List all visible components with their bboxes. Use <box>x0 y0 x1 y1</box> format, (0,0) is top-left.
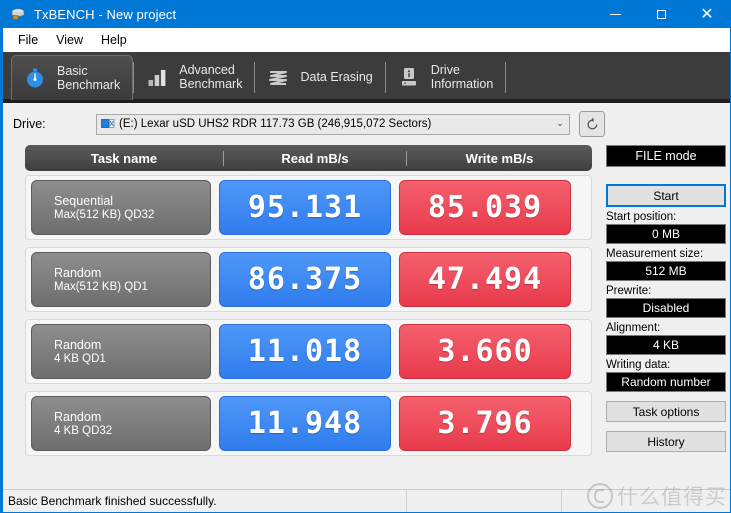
drive-icon <box>10 6 26 22</box>
title-bar: TxBENCH - New project ✕ <box>3 0 730 28</box>
refresh-button[interactable] <box>579 111 605 137</box>
column-header-write: Write mB/s <box>406 150 592 166</box>
tab-strip: Basic Benchmark Advanced Benchmark Data … <box>3 52 730 103</box>
write-value: 47.494 <box>399 252 571 307</box>
tab-divider <box>505 62 507 93</box>
refresh-icon <box>586 117 597 129</box>
write-value: 3.796 <box>399 396 571 451</box>
writing-data-label: Writing data: <box>606 359 671 371</box>
results-panel: Task name Read mB/s Write mB/s Sequentia… <box>25 145 592 489</box>
task-name-detail: 4 KB QD1 <box>54 352 106 365</box>
alignment-value[interactable]: 4 KB <box>606 335 726 355</box>
task-name-primary: Random <box>54 337 102 352</box>
read-value: 11.948 <box>219 396 391 451</box>
drive-label: Drive: <box>13 117 46 131</box>
task-name-cell: Random 4 KB QD1 <box>31 324 211 379</box>
status-segment-2 <box>407 490 562 512</box>
menu-item-view[interactable]: View <box>47 31 92 49</box>
start-position-value[interactable]: 0 MB <box>606 224 726 244</box>
column-header-task-name: Task name <box>90 150 158 166</box>
measurement-size-label: Measurement size: <box>606 248 704 260</box>
write-value: 3.660 <box>399 324 571 379</box>
tab-drive-information[interactable]: Drive Information <box>386 55 506 99</box>
task-name-detail: Max(512 KB) QD32 <box>54 208 155 221</box>
main-split: Task name Read mB/s Write mB/s Sequentia… <box>3 145 730 489</box>
task-name-cell: Random 4 KB QD32 <box>31 396 211 451</box>
status-message: Basic Benchmark finished successfully. <box>3 490 407 512</box>
menu-bar: File View Help <box>3 28 730 52</box>
results-header-row: Task name Read mB/s Write mB/s <box>25 145 592 171</box>
removable-drive-icon <box>101 118 115 130</box>
maximize-button[interactable] <box>638 0 684 28</box>
menu-item-help[interactable]: Help <box>92 31 136 49</box>
menu-item-file[interactable]: File <box>9 31 47 49</box>
tab-drive-information-label: Drive Information <box>430 63 494 91</box>
tab-data-erasing-label: Data Erasing <box>300 70 373 84</box>
read-value: 95.131 <box>219 180 391 235</box>
measurement-size-value[interactable]: 512 MB <box>606 261 726 281</box>
drive-select[interactable]: (E:) Lexar uSD UHS2 RDR 117.73 GB (246,9… <box>96 113 570 135</box>
task-name-primary: Random <box>54 409 102 424</box>
tab-advanced-benchmark[interactable]: Advanced Benchmark <box>134 55 254 99</box>
minimize-button[interactable] <box>592 0 638 28</box>
read-value: 86.375 <box>219 252 391 307</box>
content-area: Drive: (E:) Lexar uSD UHS2 RDR 117.73 GB… <box>3 103 730 489</box>
tab-basic-benchmark-label: Basic Benchmark <box>57 64 121 92</box>
prewrite-label: Prewrite: <box>606 285 652 297</box>
task-name-cell: Random Max(512 KB) QD1 <box>31 252 211 307</box>
task-name-primary: Sequential <box>54 193 114 208</box>
tab-basic-benchmark[interactable]: Basic Benchmark <box>11 55 134 100</box>
read-value: 11.018 <box>219 324 391 379</box>
eraser-waves-icon <box>265 64 291 90</box>
start-position-label: Start position: <box>606 211 677 223</box>
sidebar-panel: FILE mode Start Start position: 0 MB Mea… <box>606 145 726 489</box>
history-button[interactable]: History <box>606 431 726 452</box>
drive-select-value: (E:) Lexar uSD UHS2 RDR 117.73 GB (246,9… <box>119 118 432 130</box>
file-mode-readout[interactable]: FILE mode <box>606 145 726 167</box>
window-title: TxBENCH - New project <box>34 6 177 22</box>
table-row: Random Max(512 KB) QD1 86.375 47.494 <box>25 247 592 312</box>
task-name-cell: Sequential Max(512 KB) QD32 <box>31 180 211 235</box>
bar-chart-icon <box>144 64 170 90</box>
chevron-down-icon[interactable]: ⌄ <box>551 119 569 129</box>
stopwatch-icon <box>22 65 48 91</box>
application-window: TxBENCH - New project ✕ File View Help B… <box>0 0 731 513</box>
column-header-read: Read mB/s <box>223 150 406 166</box>
close-button[interactable]: ✕ <box>684 0 730 28</box>
prewrite-value[interactable]: Disabled <box>606 298 726 318</box>
table-row: Random 4 KB QD32 11.948 3.796 <box>25 391 592 456</box>
write-value: 85.039 <box>399 180 571 235</box>
tab-data-erasing[interactable]: Data Erasing <box>255 55 384 99</box>
table-row: Sequential Max(512 KB) QD32 95.131 85.03… <box>25 175 592 240</box>
status-segment-3 <box>562 490 730 512</box>
tab-advanced-benchmark-label: Advanced Benchmark <box>179 63 243 91</box>
drive-info-icon <box>396 64 422 90</box>
status-bar: Basic Benchmark finished successfully. <box>3 489 730 512</box>
task-name-primary: Random <box>54 265 102 280</box>
task-name-detail: 4 KB QD32 <box>54 424 113 437</box>
writing-data-value[interactable]: Random number <box>606 372 726 392</box>
window-controls: ✕ <box>592 0 730 28</box>
task-name-detail: Max(512 KB) QD1 <box>54 280 148 293</box>
alignment-label: Alignment: <box>606 322 661 334</box>
table-row: Random 4 KB QD1 11.018 3.660 <box>25 319 592 384</box>
drive-selector-row: Drive: (E:) Lexar uSD UHS2 RDR 117.73 GB… <box>3 103 730 145</box>
start-button[interactable]: Start <box>606 184 726 207</box>
task-options-button[interactable]: Task options <box>606 401 726 422</box>
